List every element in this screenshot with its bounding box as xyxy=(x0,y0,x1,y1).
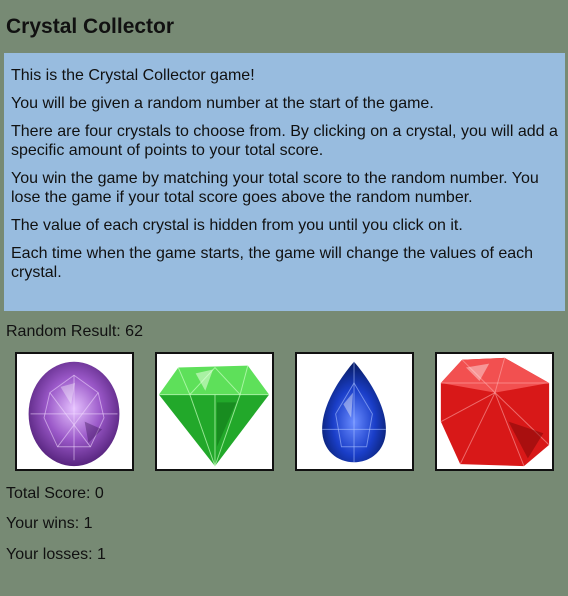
random-result: Random Result: 62 xyxy=(6,323,143,340)
instruction-win-lose: You win the game by matching your total … xyxy=(11,170,539,206)
crystal-button-sapphire[interactable] xyxy=(295,352,414,471)
crystal-button-amethyst[interactable] xyxy=(15,352,134,471)
total-score: Total Score: 0 xyxy=(6,485,104,502)
wins-count: Your wins: 1 xyxy=(6,515,93,532)
instruction-hidden-values: The value of each crystal is hidden from… xyxy=(11,217,463,234)
instruction-values-change: Each time when the game starts, the game… xyxy=(11,245,534,281)
ruby-crystal-icon xyxy=(440,357,550,467)
losses-count: Your losses: 1 xyxy=(6,546,106,563)
instruction-intro: This is the Crystal Collector game! xyxy=(11,67,255,84)
instruction-crystals: There are four crystals to choose from. … xyxy=(11,123,558,159)
crystal-button-ruby[interactable] xyxy=(435,352,554,471)
sapphire-crystal-icon xyxy=(322,361,386,463)
instructions-panel: This is the Crystal Collector game! You … xyxy=(4,53,565,311)
instruction-random-number: You will be given a random number at the… xyxy=(11,95,434,112)
amethyst-crystal-icon xyxy=(28,361,120,467)
crystal-button-emerald[interactable] xyxy=(155,352,274,471)
emerald-crystal-icon xyxy=(158,365,270,467)
page-title: Crystal Collector xyxy=(6,15,175,38)
